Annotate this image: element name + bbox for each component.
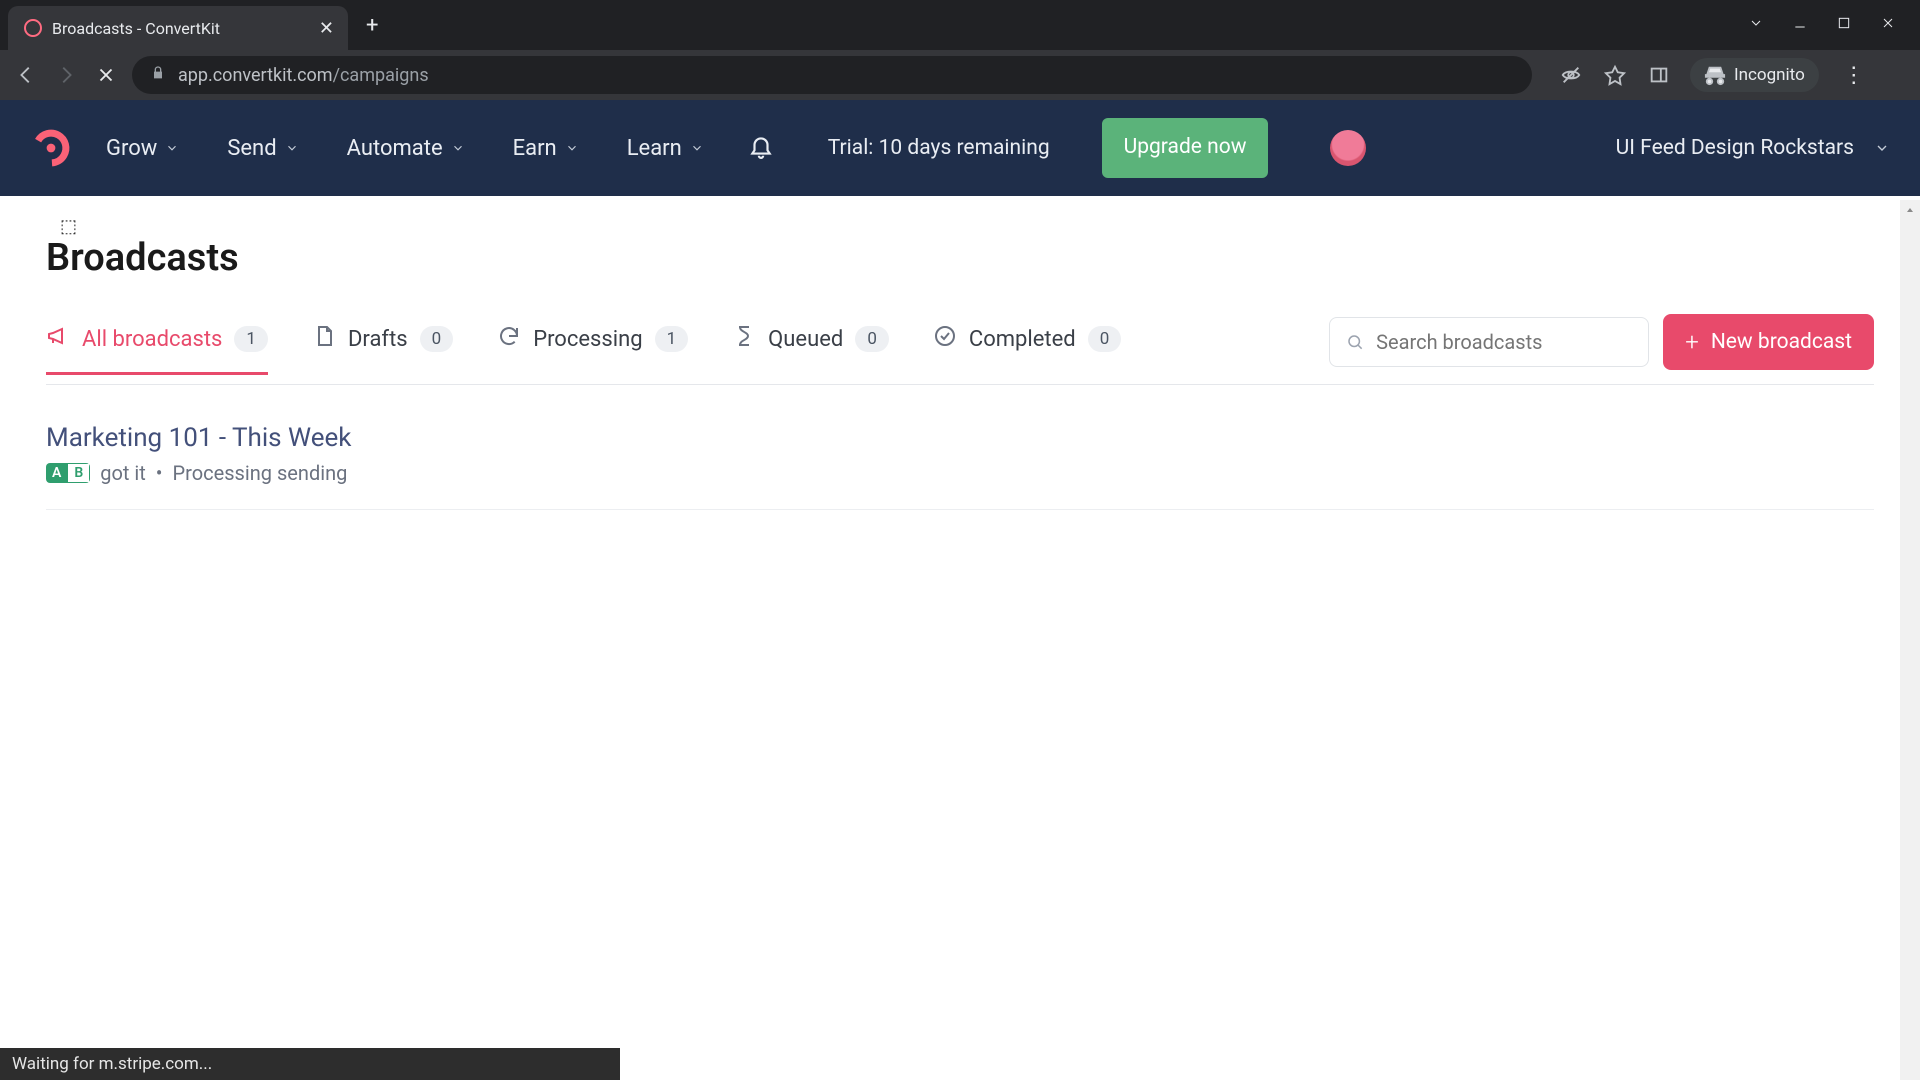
browser-status-bar: Waiting for m.stripe.com... (0, 1048, 620, 1080)
browser-url: app.convertkit.com/campaigns (178, 65, 429, 86)
window-close-icon[interactable] (1880, 15, 1896, 35)
plus-icon: + (1685, 328, 1699, 356)
filter-processing[interactable]: Processing 1 (497, 324, 688, 375)
filter-count: 1 (234, 326, 268, 352)
nav-send[interactable]: Send (227, 136, 298, 161)
convertkit-logo[interactable] (30, 127, 72, 169)
tab-search-icon[interactable] (1748, 15, 1764, 35)
primary-nav: Grow Send Automate Earn Learn (106, 136, 704, 161)
filter-drafts[interactable]: Drafts 0 (312, 324, 453, 375)
browser-tab-strip: Broadcasts - ConvertKit ✕ + (0, 0, 1920, 50)
search-icon (1346, 332, 1364, 352)
chevron-down-icon (165, 141, 179, 155)
search-box[interactable] (1329, 317, 1649, 367)
search-input[interactable] (1376, 330, 1632, 354)
browser-stop-button[interactable] (92, 61, 120, 89)
account-name: UI Feed Design Rockstars (1616, 134, 1854, 162)
notifications-bell-icon[interactable] (748, 133, 774, 163)
incognito-label: Incognito (1734, 65, 1805, 85)
browser-address-bar: app.convertkit.com/campaigns Incognito ⋮ (0, 50, 1920, 100)
lock-icon (150, 65, 166, 85)
filter-completed[interactable]: Completed 0 (933, 324, 1121, 375)
app-header: Grow Send Automate Earn Learn Trial: 10 … (0, 100, 1920, 196)
nav-earn[interactable]: Earn (513, 136, 579, 161)
filter-label: Drafts (348, 327, 408, 352)
filter-queued[interactable]: Queued 0 (732, 324, 889, 375)
tab-favicon (24, 19, 42, 37)
nav-learn[interactable]: Learn (627, 136, 704, 161)
chevron-down-icon (285, 141, 299, 155)
cursor-artifact: ⬚ (60, 216, 77, 237)
toolbar-actions: + New broadcast (1329, 314, 1874, 384)
page-body: ⬚ Broadcasts All broadcasts 1 Drafts 0 P… (0, 196, 1920, 1080)
chevron-down-icon (451, 141, 465, 155)
chevron-down-icon (690, 141, 704, 155)
check-circle-icon (933, 324, 957, 354)
window-maximize-icon[interactable] (1836, 15, 1852, 35)
megaphone-icon (46, 324, 70, 354)
browser-forward-button[interactable] (52, 61, 80, 89)
upgrade-button[interactable]: Upgrade now (1102, 118, 1269, 177)
broadcast-list: Marketing 101 - This Week AB got it • Pr… (46, 409, 1874, 510)
filter-count: 0 (1088, 326, 1122, 352)
ab-test-badge: AB (46, 463, 90, 483)
filter-label: All broadcasts (82, 327, 222, 352)
file-icon (312, 324, 336, 354)
tracking-protection-icon[interactable] (1558, 62, 1584, 88)
url-path: /campaigns (333, 65, 429, 86)
refresh-icon (497, 324, 521, 354)
filter-label: Processing (533, 327, 642, 352)
separator-dot: • (156, 461, 163, 485)
nav-grow[interactable]: Grow (106, 136, 179, 161)
side-panel-icon[interactable] (1646, 62, 1672, 88)
avatar[interactable] (1330, 130, 1366, 166)
browser-back-button[interactable] (12, 61, 40, 89)
window-controls (1748, 15, 1920, 35)
tab-close-icon[interactable]: ✕ (319, 18, 334, 39)
app-viewport: Grow Send Automate Earn Learn Trial: 10 … (0, 100, 1920, 1080)
nav-automate[interactable]: Automate (347, 136, 465, 161)
browser-menu-icon[interactable]: ⋮ (1837, 63, 1871, 88)
trial-status: Trial: 10 days remaining (828, 134, 1050, 162)
filters-toolbar: All broadcasts 1 Drafts 0 Processing 1 Q… (46, 314, 1874, 385)
broadcast-row[interactable]: Marketing 101 - This Week AB got it • Pr… (46, 409, 1874, 510)
scrollbar-track[interactable] (1900, 200, 1920, 1080)
filter-tabs: All broadcasts 1 Drafts 0 Processing 1 Q… (46, 324, 1289, 374)
new-broadcast-label: New broadcast (1711, 330, 1852, 354)
filter-count: 0 (855, 326, 889, 352)
account-menu[interactable]: UI Feed Design Rockstars (1616, 134, 1890, 162)
bookmark-star-icon[interactable] (1602, 62, 1628, 88)
new-tab-button[interactable]: + (348, 13, 396, 38)
window-minimize-icon[interactable] (1792, 15, 1808, 35)
filter-label: Queued (768, 327, 843, 352)
filter-count: 1 (655, 326, 689, 352)
scroll-up-icon[interactable] (1900, 200, 1920, 220)
broadcast-meta: AB got it • Processing sending (46, 461, 1874, 485)
broadcast-title: Marketing 101 - This Week (46, 423, 1874, 453)
hourglass-icon (732, 324, 756, 354)
browser-omnibox[interactable]: app.convertkit.com/campaigns (132, 56, 1532, 94)
browser-tab[interactable]: Broadcasts - ConvertKit ✕ (8, 6, 348, 50)
chevron-down-icon (1874, 140, 1890, 156)
new-broadcast-button[interactable]: + New broadcast (1663, 314, 1874, 370)
filter-all-broadcasts[interactable]: All broadcasts 1 (46, 324, 268, 375)
filter-count: 0 (420, 326, 454, 352)
broadcast-status: Processing sending (173, 461, 348, 485)
incognito-icon (1704, 64, 1726, 86)
page-title: Broadcasts (46, 236, 1874, 280)
incognito-badge[interactable]: Incognito (1690, 58, 1819, 92)
broadcast-subject: got it (100, 461, 146, 485)
filter-label: Completed (969, 327, 1076, 352)
tab-title: Broadcasts - ConvertKit (52, 19, 309, 38)
chevron-down-icon (565, 141, 579, 155)
url-host: app.convertkit.com (178, 65, 333, 86)
